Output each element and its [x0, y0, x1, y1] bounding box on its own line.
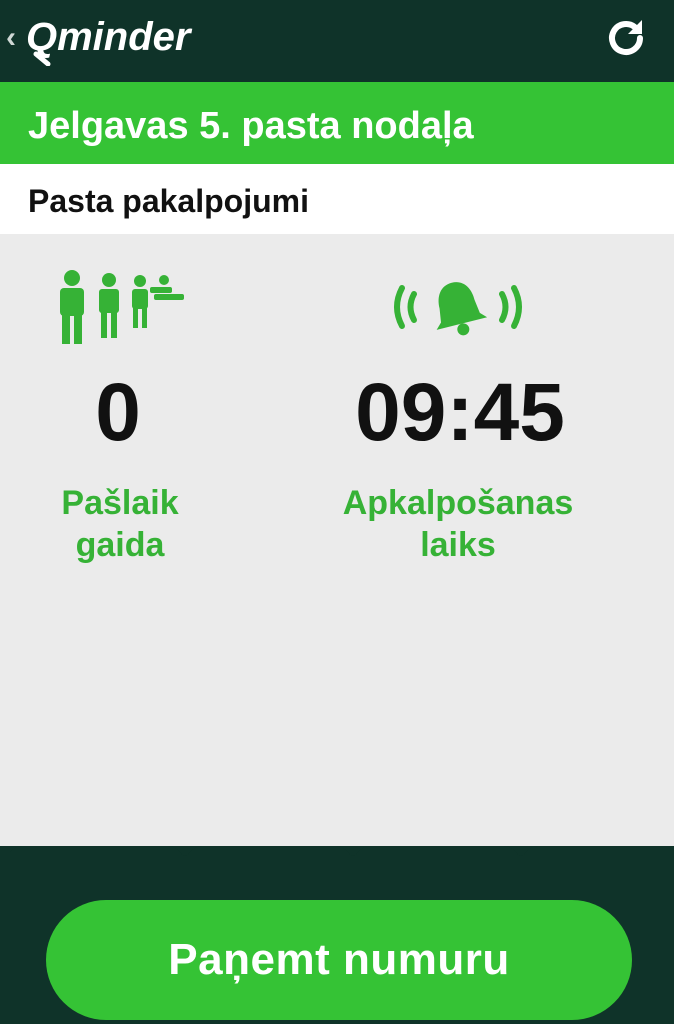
- ringing-bell-icon: [394, 282, 522, 336]
- service-name: Pasta pakalpojumi: [28, 183, 309, 219]
- service-time-label-line1: Apkalpošanas: [342, 484, 574, 522]
- back-chevron-icon[interactable]: ‹: [6, 20, 16, 56]
- branch-title: Jelgavas 5. pasta nodaļa: [28, 105, 474, 147]
- qminder-logo: Qminder: [26, 15, 193, 66]
- service-time-value: 09:45: [355, 367, 565, 458]
- queue-people-icon: [60, 270, 184, 344]
- ticket-edge-decoration: [0, 846, 674, 866]
- take-number-label: Paņemt numuru: [168, 935, 510, 984]
- service-time-label-line2: laiks: [420, 526, 496, 564]
- waiting-label: Pašlaik gaida: [20, 482, 220, 566]
- waiting-label-line2: gaida: [75, 526, 165, 564]
- waiting-label-line1: Pašlaik: [61, 484, 179, 522]
- svg-text:Qminder: Qminder: [26, 15, 193, 59]
- refresh-icon[interactable]: [602, 14, 650, 62]
- take-number-button[interactable]: Paņemt numuru: [46, 900, 632, 1020]
- waiting-count: 0: [95, 367, 141, 458]
- service-time-label: Apkalpošanas laiks: [308, 482, 608, 566]
